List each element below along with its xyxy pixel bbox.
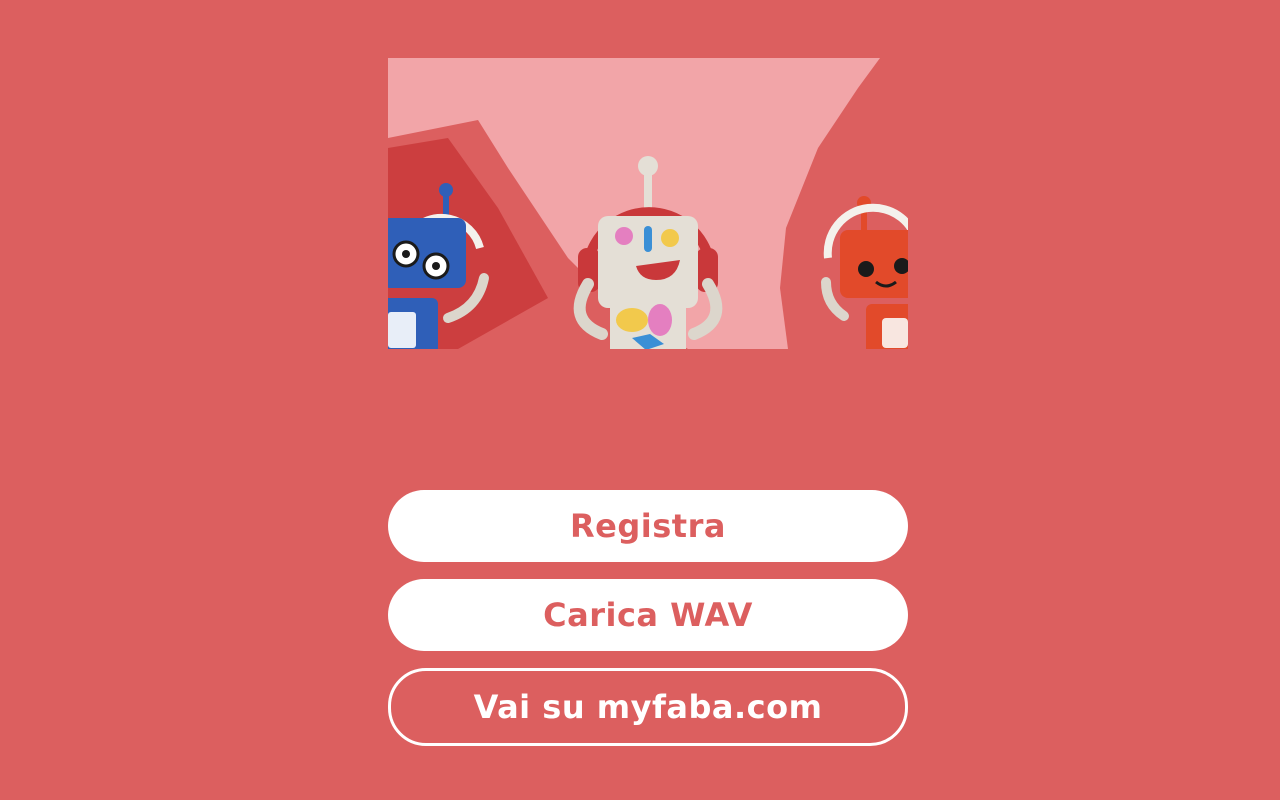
record-button[interactable]: Registra [388,490,908,562]
app-screen: Registra Carica WAV Vai su myfaba.com [0,0,1280,800]
upload-wav-button[interactable]: Carica WAV [388,579,908,651]
visit-website-button[interactable]: Vai su myfaba.com [388,668,908,746]
hero-illustration [388,58,908,349]
